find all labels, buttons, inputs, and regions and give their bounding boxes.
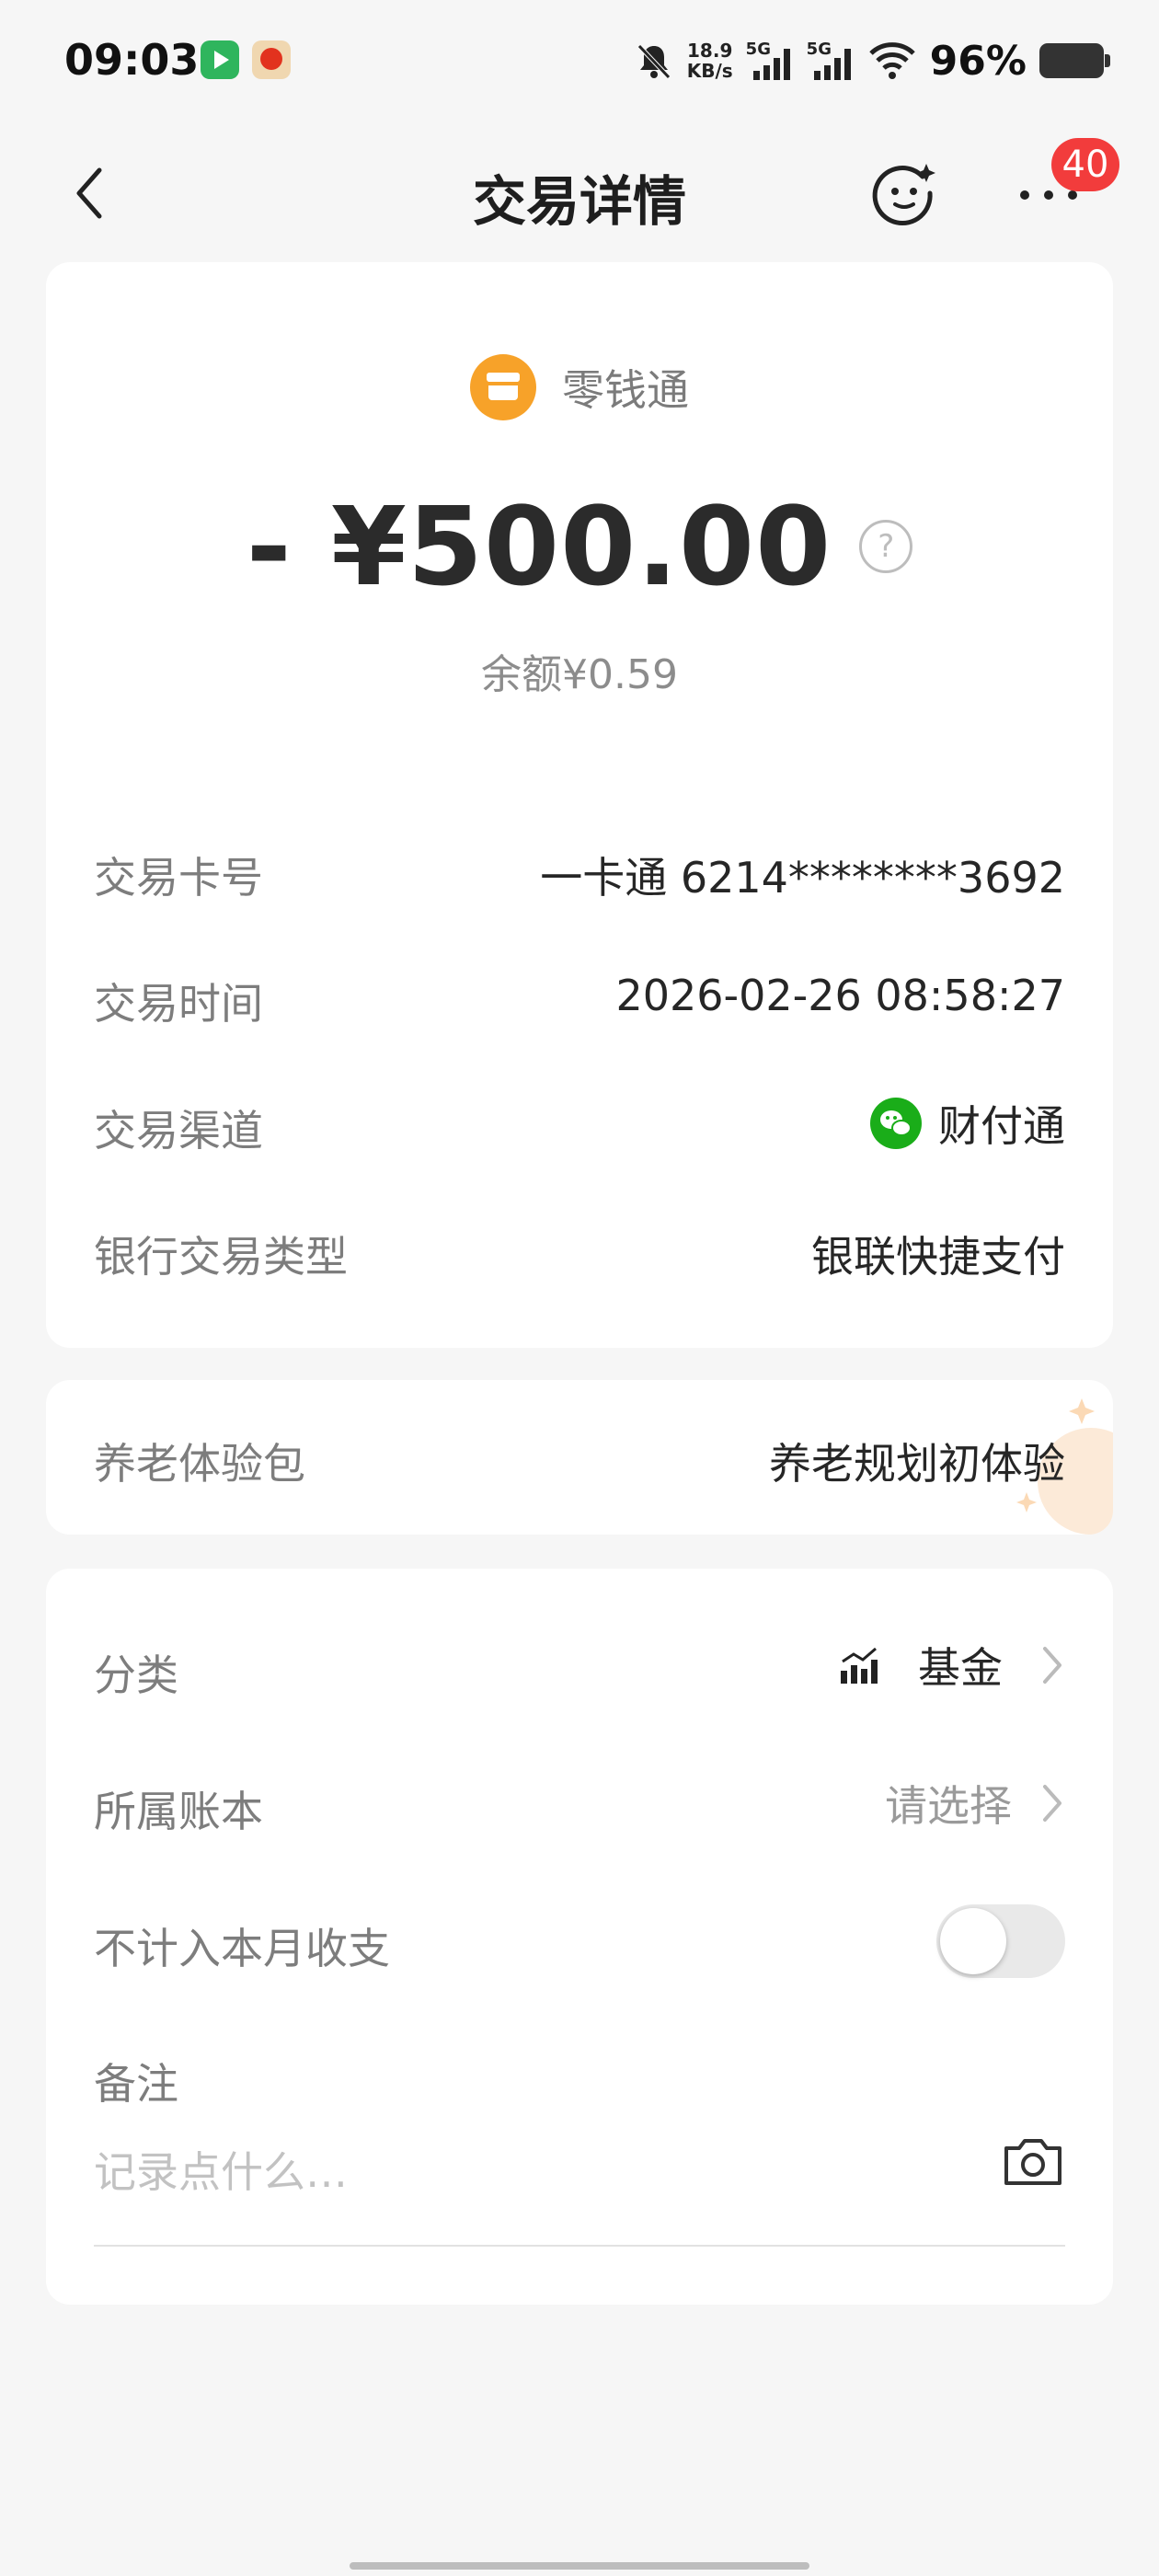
signal-2-icon: 5G [807,40,855,82]
note-underline [94,2245,1065,2247]
merchant-name: 零钱通 [562,365,689,415]
mute-bell-icon [637,44,671,79]
transaction-amount: - ¥500.00 [246,483,832,610]
battery-icon [1039,43,1110,78]
net-speed-unit: KB/s [686,60,733,82]
bank-type-label: 银行交易类型 [94,1232,348,1282]
ledger-label: 所属账本 [94,1787,263,1836]
pension-card[interactable]: 养老体验包 养老规划初体验 [46,1380,1113,1535]
exclude-toggle[interactable] [936,1904,1065,1978]
camera-icon [1004,2139,1061,2185]
assistant-button[interactable] [869,158,939,228]
settings-card: 分类 基金 所属账本 请选择 不计入本月收支 备注 记录点什么… [46,1569,1113,2305]
notification-badge: 40 [1051,138,1119,191]
reading-app-icon [252,40,291,79]
pension-label: 养老体验包 [94,1439,305,1489]
exclude-label: 不计入本月收支 [94,1924,390,1973]
note-input[interactable]: 记录点什么… [94,2139,348,2200]
time-label: 交易时间 [94,979,263,1029]
note-label: 备注 [94,2059,178,2109]
channel-label: 交易渠道 [94,1106,263,1156]
category-label: 分类 [94,1650,178,1700]
chevron-right-icon [1043,1785,1061,1822]
wifi-icon [868,42,915,79]
ledger-value: 请选择 [885,1781,1012,1831]
camera-button[interactable] [1001,2133,1065,2189]
status-bar: 09:03 18.9 KB/s 5G 5G 96% [0,0,1159,120]
bank-type-value: 银联快捷支付 [811,1232,1065,1282]
card-number-label: 交易卡号 [94,853,263,903]
net-speed: 18.9 KB/s [687,40,733,81]
help-icon[interactable]: ? [859,520,913,573]
store-icon [470,354,536,420]
status-right: 18.9 KB/s 5G 5G 96% [634,35,1110,86]
transaction-card: 零钱通 - ¥500.00 ? 余额¥0.59 交易卡号 一卡通 6214***… [46,262,1113,1348]
balance-text: 余额¥0.59 [481,651,678,698]
fund-chart-icon [841,1647,878,1684]
smiley-assistant-icon [872,164,935,226]
chevron-right-icon [1043,1647,1061,1684]
category-value: 基金 [918,1643,1003,1693]
card-number-value: 一卡通 6214********3692 [540,853,1065,903]
status-time: 09:03 [64,35,200,85]
net-speed-value: 18.9 [687,40,733,62]
ledger-selector[interactable]: 请选择 [885,1773,1065,1834]
channel-value: 财付通 [870,1093,1065,1154]
pension-value: 养老规划初体验 [769,1439,1065,1489]
video-app-icon [201,40,239,79]
time-value: 2026-02-26 08:58:27 [615,971,1065,1020]
channel-name: 财付通 [938,1101,1065,1151]
category-selector[interactable]: 基金 [837,1635,1065,1696]
home-indicator[interactable] [350,2562,809,2570]
toggle-knob [940,1908,1006,1974]
amount-row: - ¥500.00 ? [46,483,1113,610]
wechat-icon [870,1098,922,1149]
signal-1-icon: 5G [746,40,794,82]
battery-percent: 96% [929,37,1027,85]
page-title: 交易详情 [472,170,686,233]
merchant: 零钱通 [46,354,1113,420]
